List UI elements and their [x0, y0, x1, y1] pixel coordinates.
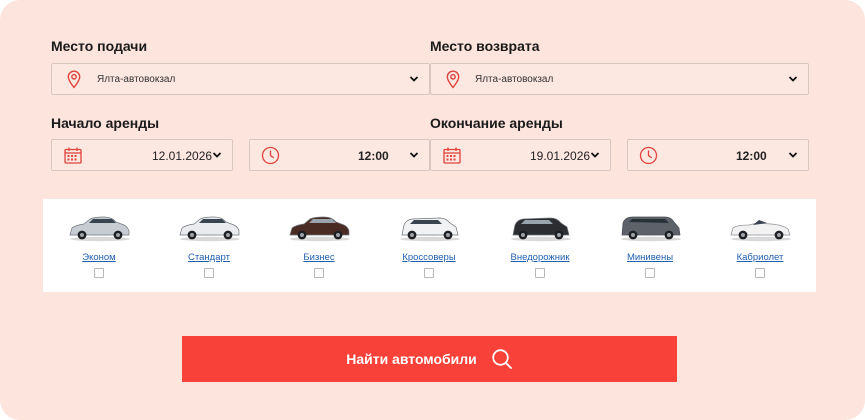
dropoff-select[interactable]: Ялта-автовокзал	[430, 63, 809, 95]
car-class-checkbox[interactable]	[204, 268, 214, 278]
car-class-link[interactable]: Стандарт	[188, 252, 230, 263]
start-time-picker[interactable]: 12:00	[249, 139, 430, 171]
magnifier-icon	[492, 349, 512, 369]
dropoff-label: Место возврата	[430, 38, 540, 54]
car-class-crossover: Кроссоверы	[374, 199, 484, 292]
end-date-picker[interactable]: 19.01.2026	[430, 139, 611, 171]
start-date-picker[interactable]: 12.01.2026	[51, 139, 233, 171]
search-button-label: Найти автомобили	[346, 351, 477, 367]
end-time-value: 12:00	[736, 149, 767, 163]
car-class-filter: Эконом Стандарт Бизнес Кроссоверы Внедор…	[43, 199, 816, 292]
car-class-minivan: Минивены	[595, 199, 705, 292]
start-time-value: 12:00	[358, 149, 389, 163]
car-class-link[interactable]: Бизнес	[303, 252, 334, 263]
chevron-down-icon	[788, 152, 798, 158]
car-class-business: Бизнес	[264, 199, 374, 292]
chevron-down-icon	[409, 152, 419, 158]
car-class-suv: Внедорожник	[485, 199, 595, 292]
map-pin-icon	[446, 70, 460, 89]
start-date-value: 12.01.2026	[152, 149, 213, 163]
car-class-link[interactable]: Кроссоверы	[402, 252, 455, 263]
car-crossover-image	[400, 217, 460, 242]
car-class-link[interactable]: Внедорожник	[510, 252, 569, 263]
clock-icon	[261, 146, 280, 165]
car-business-image	[289, 216, 350, 242]
calendar-icon	[443, 147, 461, 164]
search-cars-button[interactable]: Найти автомобили	[182, 336, 677, 382]
dropoff-value: Ялта-автовокзал	[475, 74, 554, 85]
car-suv-image	[511, 217, 571, 242]
car-class-checkbox[interactable]	[535, 268, 545, 278]
map-pin-icon	[67, 70, 81, 89]
rental-end-label: Окончание аренды	[430, 115, 563, 131]
car-class-economy: Эконом	[44, 199, 154, 292]
car-class-checkbox[interactable]	[94, 268, 104, 278]
car-class-link[interactable]: Минивены	[627, 252, 673, 263]
calendar-icon	[64, 147, 82, 164]
end-time-picker[interactable]: 12:00	[627, 139, 809, 171]
car-class-checkbox[interactable]	[755, 268, 765, 278]
pickup-value: Ялта-автовокзал	[97, 74, 176, 85]
pickup-select[interactable]: Ялта-автовокзал	[51, 63, 430, 95]
car-economy-image	[69, 216, 130, 242]
car-class-standard: Стандарт	[154, 199, 264, 292]
car-standard-image	[179, 216, 240, 242]
car-class-checkbox[interactable]	[424, 268, 434, 278]
car-class-link[interactable]: Эконом	[82, 252, 115, 263]
car-cabriolet-image	[730, 220, 791, 242]
car-class-cabriolet: Кабриолет	[705, 199, 815, 292]
car-class-link[interactable]: Кабриолет	[737, 252, 784, 263]
chevron-down-icon	[590, 152, 600, 158]
chevron-down-icon	[409, 76, 419, 82]
end-date-value: 19.01.2026	[530, 149, 591, 163]
clock-icon	[639, 146, 658, 165]
chevron-down-icon	[212, 152, 222, 158]
car-class-checkbox[interactable]	[314, 268, 324, 278]
car-minivan-image	[621, 216, 681, 242]
rental-start-label: Начало аренды	[51, 115, 160, 131]
pickup-label: Место подачи	[51, 38, 148, 54]
search-panel: Место подачи Ялта-автовокзал Место возвр…	[0, 0, 865, 420]
car-class-checkbox[interactable]	[645, 268, 655, 278]
chevron-down-icon	[788, 76, 798, 82]
